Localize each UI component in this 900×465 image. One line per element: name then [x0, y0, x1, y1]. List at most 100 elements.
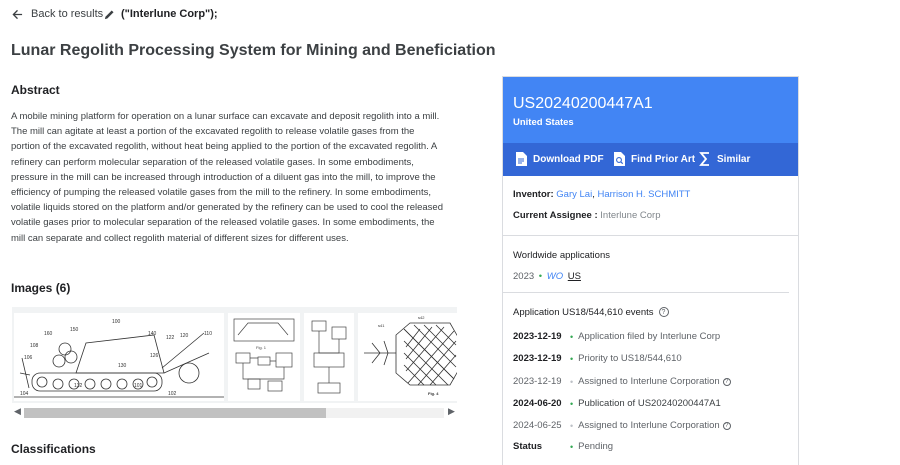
- find-prior-art-label: Find Prior Art: [631, 153, 696, 165]
- status-value: Pending: [578, 441, 614, 452]
- separator-dot: •: [538, 271, 543, 282]
- inventor-link[interactable]: Harrison H. SCHMITT: [597, 189, 690, 200]
- fig1-label: 140: [148, 331, 157, 337]
- fig4-caption: Fig. 4: [428, 391, 439, 396]
- fig1-label: 120: [180, 333, 189, 339]
- worldwide-heading: Worldwide applications: [513, 250, 610, 261]
- figure-3-thumbnail[interactable]: [304, 313, 354, 401]
- back-to-results-link[interactable]: Back to results: [12, 8, 103, 20]
- fig1-label: 132: [74, 383, 83, 389]
- fig4-label: s42: [418, 315, 425, 320]
- event-description: Assigned to Interlune Corporation: [578, 420, 720, 431]
- similar-button[interactable]: Similar: [699, 152, 750, 166]
- event-description: Publication of US20240200447A1: [578, 398, 721, 409]
- timeline-dot: •: [570, 398, 574, 409]
- status-dot: •: [570, 441, 574, 452]
- assignee-row: Current Assignee : Interlune Corp: [513, 210, 660, 221]
- figure-4-thumbnail[interactable]: Fig. 4 s41 s42: [358, 313, 457, 401]
- classifications-heading: Classifications: [11, 442, 96, 456]
- figure-1-drawing: 100 160 150 140 122 120 110 108 106 130 …: [14, 319, 224, 398]
- worldwide-row: 2023 • WO US: [513, 271, 581, 282]
- event-date: 2023-12-19: [513, 376, 562, 387]
- images-scrollbar[interactable]: ◀ ▶: [12, 405, 457, 419]
- top-bar: Back to results ("Interlune Corp");: [0, 0, 900, 30]
- help-icon[interactable]: ?: [658, 307, 669, 318]
- event-row: 2023-12-19 • Application filed by Interl…: [513, 331, 720, 342]
- abstract-text: A mobile mining platform for operation o…: [11, 111, 443, 244]
- publication-number: US20240200447A1: [513, 95, 653, 112]
- fig1-label: 122: [166, 335, 175, 341]
- figure-4-drawing: Fig. 4 s41 s42: [364, 315, 457, 396]
- search-query-edit[interactable]: ("Interlune Corp");: [104, 8, 218, 20]
- worldwide-us-link[interactable]: US: [568, 271, 581, 282]
- scroll-left-arrow-icon[interactable]: ◀: [14, 406, 21, 417]
- download-pdf-label: Download PDF: [533, 153, 604, 165]
- assignee-value: Interlune Corp: [600, 210, 661, 221]
- fig1-label: 150: [70, 327, 79, 333]
- card-header: US20240200447A1 United States: [503, 77, 798, 143]
- figure-1-thumbnail[interactable]: 100 160 150 140 122 120 110 108 106 130 …: [14, 313, 224, 401]
- patent-info-card: US20240200447A1 United States Download P…: [502, 76, 799, 465]
- search-query-text: ("Interlune Corp");: [121, 8, 218, 20]
- timeline-dot: •: [570, 420, 574, 431]
- card-actions-bar: Download PDF Find Prior Art Similar: [503, 143, 798, 176]
- fig1-label: 108: [30, 343, 39, 349]
- abstract-heading: Abstract: [11, 83, 60, 97]
- worldwide-year: 2023: [513, 271, 535, 282]
- event-row: 2024-06-25 • Assigned to Interlune Corpo…: [513, 420, 731, 431]
- assignee-label: Current Assignee :: [513, 210, 598, 221]
- events-heading-row: Application US18/544,610 events?: [513, 307, 669, 318]
- fig4-label: s41: [378, 323, 385, 328]
- event-row: 2024-06-20 • Publication of US2024020044…: [513, 398, 721, 409]
- divider: [503, 292, 789, 293]
- scroll-right-arrow-icon[interactable]: ▶: [448, 406, 455, 417]
- download-pdf-button[interactable]: Download PDF: [515, 152, 604, 166]
- divider: [503, 235, 798, 236]
- event-date: 2024-06-25: [513, 420, 562, 431]
- fig1-label: 160: [44, 331, 53, 337]
- inventor-link[interactable]: Gary Lai: [556, 189, 592, 200]
- pdf-file-icon: [516, 152, 527, 166]
- sigma-icon: [699, 152, 709, 166]
- fig1-label: 106: [24, 355, 33, 361]
- fig1-label: 100: [112, 319, 121, 325]
- arrow-left-icon: [12, 9, 23, 19]
- help-icon[interactable]: ?: [722, 421, 731, 430]
- figure-3-drawing: [311, 320, 347, 394]
- back-label: Back to results: [31, 8, 104, 20]
- status-row: Status • Pending: [513, 441, 613, 452]
- pencil-icon: [104, 9, 114, 19]
- fig1-label: 130: [118, 363, 127, 369]
- event-description: Application filed by Interlune Corp: [578, 331, 721, 342]
- event-date: 2024-06-20: [513, 398, 562, 409]
- timeline-dot: •: [570, 353, 574, 364]
- scroll-thumb[interactable]: [24, 408, 326, 418]
- timeline-dot: •: [570, 376, 574, 387]
- fig1-label: 110: [204, 331, 212, 337]
- images-heading: Images (6): [11, 281, 71, 295]
- fig1-label: 101: [134, 383, 143, 389]
- page-title: Lunar Regolith Processing System for Min…: [11, 42, 496, 59]
- country-label: United States: [513, 117, 574, 128]
- find-prior-art-button[interactable]: Find Prior Art: [613, 152, 695, 166]
- inventor-row: Inventor: Gary Lai, Harrison H. SCHMITT: [513, 189, 691, 200]
- fig1-label: 126: [150, 353, 159, 359]
- event-description: Priority to US18/544,610: [578, 353, 682, 364]
- images-strip: 100 160 150 140 122 120 110 108 106 130 …: [12, 307, 457, 403]
- event-row: 2023-12-19 • Assigned to Interlune Corpo…: [513, 376, 731, 387]
- figure-2-drawing: Fig. 1: [233, 318, 295, 392]
- events-heading: Application US18/544,610 events: [513, 307, 654, 318]
- inventor-label: Inventor:: [513, 189, 554, 200]
- worldwide-wo-link[interactable]: WO: [547, 271, 563, 282]
- event-date: 2023-12-19: [513, 353, 562, 364]
- event-date: 2023-12-19: [513, 331, 562, 342]
- fig2-caption: Fig. 1: [256, 345, 267, 350]
- event-description: Assigned to Interlune Corporation: [578, 376, 720, 387]
- help-icon[interactable]: ?: [722, 377, 731, 386]
- timeline-dot: •: [570, 331, 574, 342]
- figure-2-thumbnail[interactable]: Fig. 1: [228, 313, 300, 401]
- fig1-label: 104: [20, 391, 29, 397]
- search-document-icon: [614, 152, 625, 166]
- event-row: 2023-12-19 • Priority to US18/544,610: [513, 353, 682, 364]
- fig1-label: 102: [168, 391, 177, 397]
